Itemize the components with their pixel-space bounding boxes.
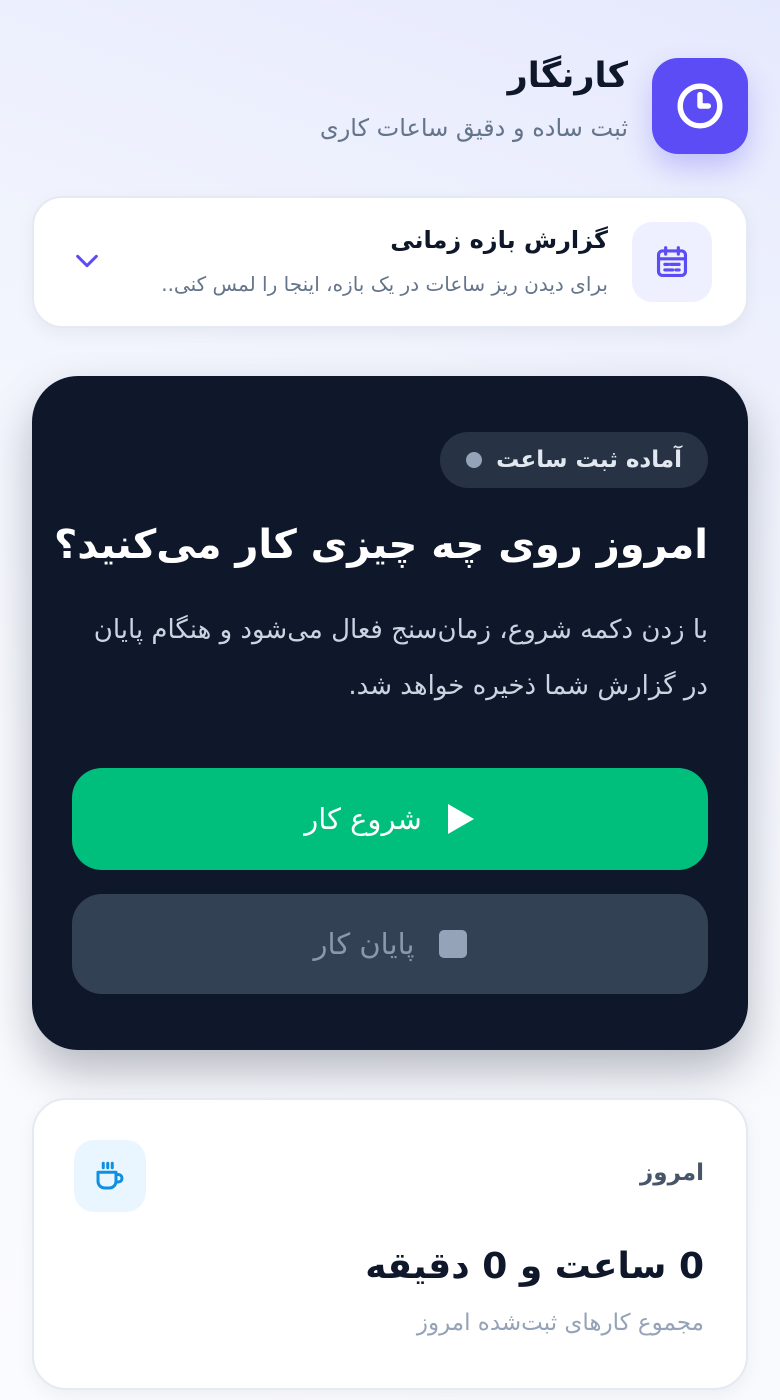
range-report-hint: برای دیدن ریز ساعات در یک بازه، اینجا را…	[161, 272, 608, 296]
stop-icon	[438, 930, 467, 958]
start-work-button[interactable]: شروع کار	[72, 768, 708, 870]
today-icon-box	[74, 1140, 146, 1212]
range-report-title: گزارش بازه زمانی	[390, 226, 608, 254]
range-report-card[interactable]: گزارش بازه زمانی برای دیدن ریز ساعات در …	[32, 196, 748, 328]
today-caption: مجموع کارهای ثبت‌شده امروز	[416, 1310, 704, 1336]
timer-description: با زدن دکمه شروع، زمان‌سنج فعال می‌شود و…	[93, 615, 708, 701]
chevron-down-icon[interactable]	[72, 246, 102, 276]
timer-heading: امروز روی چه چیزی کار می‌کنید؟	[54, 522, 708, 568]
calendar-icon	[653, 243, 691, 281]
timer-card: آماده ثبت ساعت امروز روی چه چیزی کار می‌…	[32, 376, 748, 1050]
status-dot	[466, 452, 483, 468]
app-logo	[652, 58, 748, 154]
clock-icon	[675, 81, 725, 131]
end-work-button[interactable]: پایان کار	[72, 894, 708, 994]
app-title: کارنگار	[507, 56, 628, 96]
start-work-label: شروع کار	[304, 802, 422, 836]
range-report-icon-box	[632, 222, 712, 302]
today-summary-card: امروز 0 ساعت و 0 دقیقه مجموع کارهای ثبت‌…	[32, 1098, 748, 1390]
status-text: آماده ثبت ساعت	[496, 447, 682, 473]
status-badge: آماده ثبت ساعت	[440, 432, 708, 488]
app-subtitle: ثبت ساده و دقیق ساعات کاری	[319, 114, 628, 142]
coffee-cup-icon	[92, 1158, 128, 1194]
today-total-time: 0 ساعت و 0 دقیقه	[365, 1246, 704, 1287]
today-label: امروز	[640, 1160, 704, 1186]
end-work-label: پایان کار	[313, 927, 415, 961]
play-icon	[446, 802, 476, 836]
